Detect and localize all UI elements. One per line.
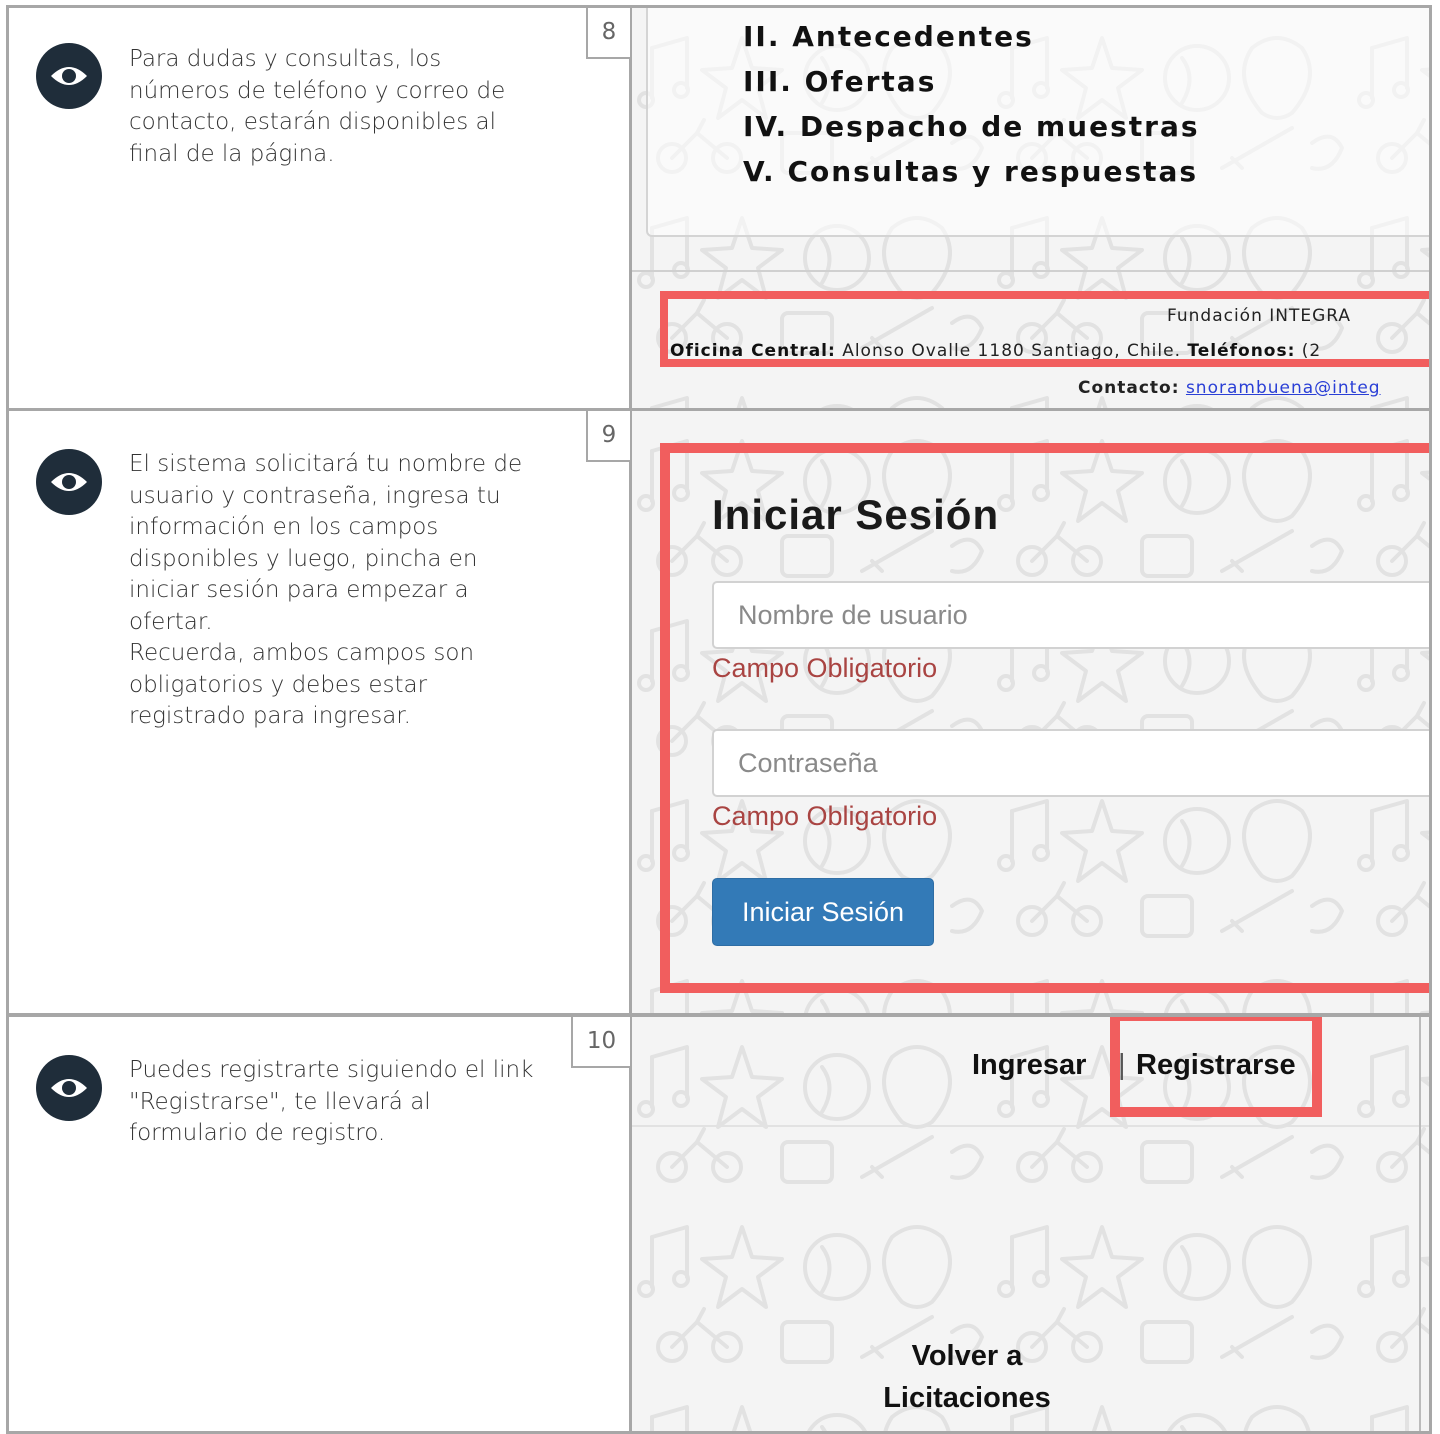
step-description: Puedes registrarte siguiendo el link "Re…: [129, 1057, 534, 1146]
divider: [632, 270, 1429, 272]
step-text-panel: El sistema solicitará tu nombre de usuar…: [9, 411, 632, 1013]
highlight-box: [660, 443, 1429, 993]
toc-item[interactable]: III. Ofertas: [743, 59, 1200, 104]
toc-item[interactable]: IV. Despacho de muestras: [743, 104, 1200, 149]
tutorial-step-10: Puedes registrarte siguiendo el link "Re…: [6, 1014, 1432, 1434]
back-to-tenders-link[interactable]: Volver a Licitaciones: [832, 1335, 1102, 1419]
tutorial-step-8: Para dudas y consultas, los números de t…: [6, 5, 1432, 411]
step-number: 9: [586, 411, 632, 462]
step-screenshot: Ingresar | Registrarse Volver a Licitaci…: [632, 1017, 1429, 1431]
table-of-contents-box: II. Antecedentes III. Ofertas IV. Despac…: [646, 8, 1429, 237]
eye-icon: [36, 449, 102, 515]
step-number: 8: [586, 8, 632, 59]
step-description: Para dudas y consultas, los números de t…: [129, 46, 506, 167]
contact-email-link[interactable]: snorambuena@integ: [1186, 378, 1381, 398]
contact-label: Contacto:: [1078, 378, 1180, 398]
toc-item[interactable]: V. Consultas y respuestas: [743, 149, 1200, 194]
eye-icon: [36, 43, 102, 109]
step-number: 10: [571, 1017, 632, 1068]
step-text-panel: Para dudas y consultas, los números de t…: [9, 8, 632, 408]
step-text-panel: Puedes registrarte siguiendo el link "Re…: [9, 1017, 632, 1431]
step-description: El sistema solicitará tu nombre de usuar…: [129, 451, 523, 729]
eye-icon: [36, 1055, 102, 1121]
toc-item[interactable]: II. Antecedentes: [743, 14, 1200, 59]
highlight-box: [660, 291, 1429, 367]
step-screenshot: II. Antecedentes III. Ofertas IV. Despac…: [632, 8, 1429, 408]
highlight-box: [1110, 1017, 1322, 1117]
divider: [632, 1125, 1429, 1127]
footer-contact: Contacto: snorambuena@integ: [1078, 378, 1381, 398]
table-of-contents: II. Antecedentes III. Ofertas IV. Despac…: [743, 14, 1200, 194]
tutorial-step-9: El sistema solicitará tu nombre de usuar…: [6, 408, 1432, 1016]
step-screenshot: Iniciar Sesión Campo Obligatorio Campo O…: [632, 411, 1429, 1013]
screenshot-edge: [1419, 1017, 1421, 1431]
nav-login-link[interactable]: Ingresar: [972, 1049, 1086, 1082]
